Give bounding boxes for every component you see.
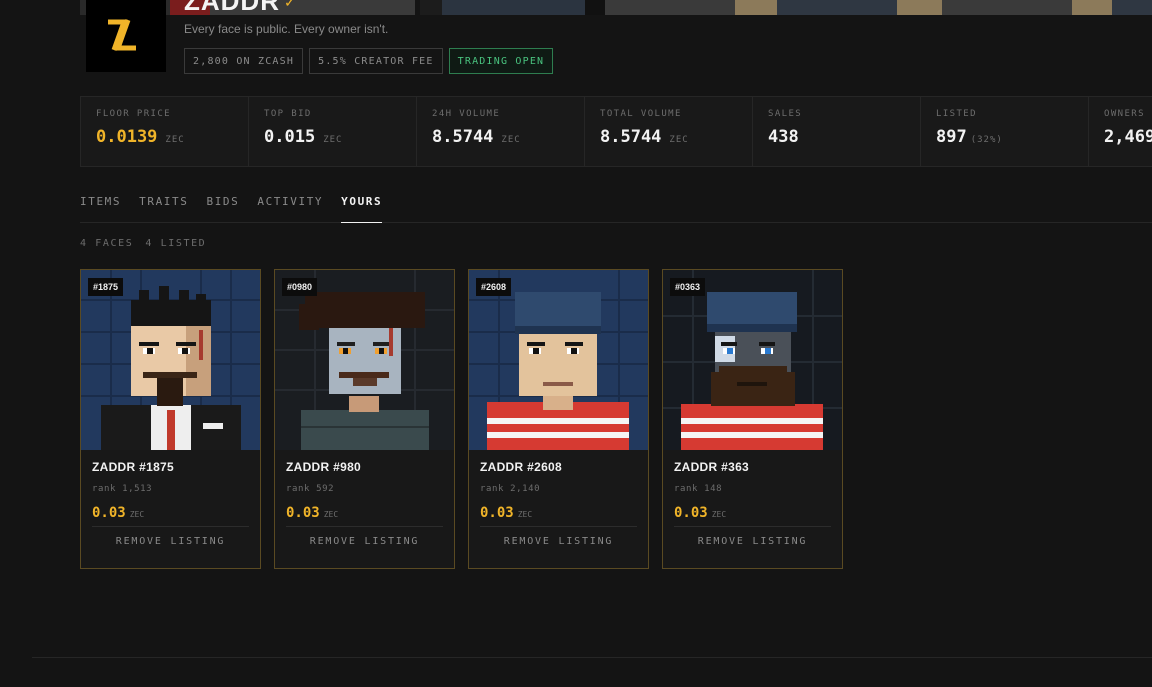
stat-unit: (32%) (970, 135, 1003, 145)
nft-rank: rank 592 (286, 484, 335, 494)
nft-id-tag: #2608 (476, 278, 512, 296)
collection-logo (86, 0, 166, 72)
stat-label: TOP BID (264, 109, 312, 119)
nft-price: 0.03 ZEC (674, 505, 726, 521)
creator-fee-pill: 5.5% CREATOR FEE (309, 48, 443, 74)
remove-listing-button[interactable]: REMOVE LISTING (81, 536, 260, 547)
price-value: 0.03 (674, 505, 708, 521)
nft-id-tag: #1875 (88, 278, 124, 296)
collection-pills: 2,800 ON ZCASH 5.5% CREATOR FEE TRADING … (184, 48, 554, 74)
nft-card[interactable]: #0363 ZADDR #363 rank 148 0.03 ZEC REMOVE… (662, 269, 843, 569)
remove-listing-button[interactable]: REMOVE LISTING (663, 536, 842, 547)
nft-image[interactable]: #0363 (663, 270, 842, 450)
stat-value: 0.0139 (96, 127, 158, 147)
remove-listing-button[interactable]: REMOVE LISTING (469, 536, 648, 547)
tab-traits[interactable]: TRAITS (139, 190, 188, 223)
stat-label: SALES (768, 109, 803, 119)
price-value: 0.03 (480, 505, 514, 521)
stat-value: 438 (768, 127, 799, 147)
price-value: 0.03 (92, 505, 126, 521)
stat-value: 2,469 (1104, 127, 1152, 147)
stat-label: OWNERS (1104, 109, 1145, 119)
remove-listing-button[interactable]: REMOVE LISTING (275, 536, 454, 547)
stat-value: 0.015 (264, 127, 316, 147)
collection-tagline: Every face is public. Every owner isn't. (184, 22, 389, 36)
tab-yours[interactable]: YOURS (341, 190, 383, 223)
price-unit: ZEC (129, 510, 145, 519)
stat-label: LISTED (936, 109, 977, 119)
stat-label: TOTAL VOLUME (600, 109, 682, 119)
stat-total-volume: TOTAL VOLUME 8.5744 ZEC (585, 97, 753, 166)
stat-listed: LISTED 897 (32%) (921, 97, 1089, 166)
nft-name[interactable]: ZADDR #1875 (92, 460, 174, 474)
owned-summary: 4 FACES 4 LISTED (80, 238, 206, 249)
nft-image[interactable]: #1875 (81, 270, 260, 450)
stat-value: 8.5744 (432, 127, 494, 147)
trading-status-pill: TRADING OPEN (448, 48, 554, 74)
nft-name[interactable]: ZADDR #980 (286, 460, 361, 474)
nft-rank: rank 148 (674, 484, 723, 494)
stat-value: 897 (936, 127, 967, 147)
supply-pill: 2,800 ON ZCASH (184, 48, 304, 74)
nft-price: 0.03 ZEC (480, 505, 532, 521)
tab-activity[interactable]: ACTIVITY (257, 190, 323, 223)
listed-count: 4 LISTED (145, 238, 207, 249)
nft-rank: rank 1,513 (92, 484, 153, 494)
footer-divider (32, 657, 1152, 658)
faces-count: 4 FACES (80, 238, 134, 249)
verified-check-icon: ✓ (284, 0, 296, 10)
card-divider (480, 526, 637, 527)
nft-card[interactable]: #0980 ZADDR #980 rank 592 0.03 ZEC REMOVE… (274, 269, 455, 569)
price-unit: ZEC (711, 510, 727, 519)
nft-rank: rank 2,140 (480, 484, 541, 494)
nft-card[interactable]: #2608 ZADDR #2608 rank 2,140 0.03 ZEC REM… (468, 269, 649, 569)
stat-unit: ZEC (669, 135, 689, 145)
nft-image[interactable]: #2608 (469, 270, 648, 450)
stat-unit: ZEC (501, 135, 521, 145)
owned-cards-grid: #1875 ZADDR #1875 rank 1,513 0.03 ZEC REM… (80, 269, 843, 569)
stats-bar: FLOOR PRICE 0.0139 ZEC TOP BID 0.015 ZEC 2… (80, 96, 1152, 167)
price-value: 0.03 (286, 505, 320, 521)
nft-card[interactable]: #1875 ZADDR #1875 rank 1,513 0.03 ZEC REM… (80, 269, 261, 569)
nft-price: 0.03 ZEC (286, 505, 338, 521)
nft-price: 0.03 ZEC (92, 505, 144, 521)
nft-id-tag: #0363 (670, 278, 706, 296)
stat-label: 24H VOLUME (432, 109, 501, 119)
nft-name[interactable]: ZADDR #363 (674, 460, 749, 474)
stat-label: FLOOR PRICE (96, 109, 172, 119)
stat-floor-price: FLOOR PRICE 0.0139 ZEC (81, 97, 249, 166)
stat-owners: OWNERS 2,469 (1089, 97, 1152, 166)
card-divider (674, 526, 831, 527)
nft-id-tag: #0980 (282, 278, 318, 296)
stat-24h-volume: 24H VOLUME 8.5744 ZEC (417, 97, 585, 166)
stat-top-bid: TOP BID 0.015 ZEC (249, 97, 417, 166)
nft-image[interactable]: #0980 (275, 270, 454, 450)
price-unit: ZEC (517, 510, 533, 519)
price-unit: ZEC (323, 510, 339, 519)
stat-unit: ZEC (323, 135, 343, 145)
stat-value: 8.5744 (600, 127, 662, 147)
tab-items[interactable]: ITEMS (80, 190, 121, 223)
nft-name[interactable]: ZADDR #2608 (480, 460, 562, 474)
stat-unit: ZEC (165, 135, 185, 145)
collection-title: ZADDR (184, 0, 280, 16)
card-divider (92, 526, 249, 527)
tab-bids[interactable]: BIDS (206, 190, 239, 223)
card-divider (286, 526, 443, 527)
stat-sales: SALES 438 (753, 97, 921, 166)
collection-tabs: ITEMS TRAITS BIDS ACTIVITY YOURS (80, 190, 1152, 223)
